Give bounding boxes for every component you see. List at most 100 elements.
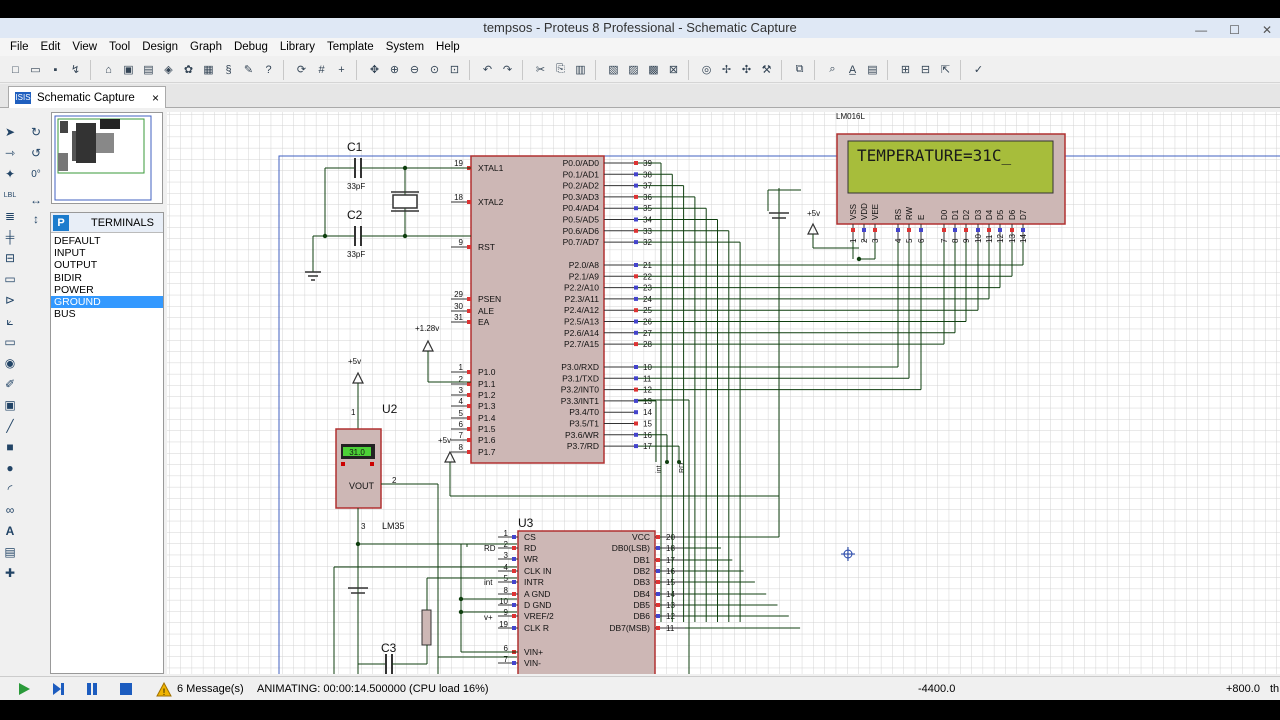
refresh-icon[interactable]: ⟳ (292, 60, 311, 79)
box-icon[interactable]: ■ (2, 439, 18, 455)
overview-window[interactable] (51, 112, 163, 204)
block-delete-icon[interactable]: ⊠ (664, 60, 683, 79)
import-icon[interactable]: ↯ (66, 60, 85, 79)
property-assignment-icon[interactable]: A̲ (843, 60, 862, 79)
grid-toggle-icon[interactable]: # (312, 60, 331, 79)
zoom-all-icon[interactable]: ⊙ (425, 60, 444, 79)
tab-close-icon[interactable]: × (152, 91, 159, 105)
mirror-horizontal-icon[interactable]: ↔ (28, 192, 44, 208)
menu-file[interactable]: File (4, 41, 35, 53)
terminals-mode-icon[interactable]: ▭ (2, 271, 18, 287)
symbol-icon[interactable]: ▤ (2, 544, 18, 560)
design-explorer-icon[interactable]: ▤ (863, 60, 882, 79)
menu-library[interactable]: Library (274, 41, 321, 53)
pan-icon[interactable]: ✥ (365, 60, 384, 79)
electrical-rule-check-icon[interactable]: ✓ (969, 60, 988, 79)
tape-recorder-icon[interactable]: ▭ (2, 334, 18, 350)
junction-dot-icon[interactable]: ✦ (2, 166, 18, 182)
copy-icon[interactable]: ⎘ (551, 60, 570, 79)
menu-system[interactable]: System (380, 41, 430, 53)
package-tool-icon[interactable]: ✣ (737, 60, 756, 79)
probe-icon[interactable]: ✐ (2, 376, 18, 392)
component-mode-icon[interactable]: ⇾ (2, 145, 18, 161)
decompose-icon[interactable]: ⚒ (757, 60, 776, 79)
terminal-default[interactable]: DEFAULT (51, 235, 163, 247)
paste-icon[interactable]: ▥ (571, 60, 590, 79)
wire-label-icon[interactable]: LBL (2, 187, 18, 203)
menu-help[interactable]: Help (430, 41, 466, 53)
circle-icon[interactable]: ● (2, 460, 18, 476)
save-icon[interactable]: ▪ (46, 60, 65, 79)
selection-mode-icon[interactable]: ➤ (2, 124, 18, 140)
u2-down-button[interactable] (341, 462, 345, 466)
u2-readout[interactable]: 31.0 (349, 448, 365, 457)
menu-graph[interactable]: Graph (184, 41, 228, 53)
pcb-layout-icon[interactable]: ▤ (139, 60, 158, 79)
block-rotate-icon[interactable]: ▩ (644, 60, 663, 79)
open-folder-icon[interactable]: ▭ (26, 60, 45, 79)
cut-icon[interactable]: ✂ (531, 60, 550, 79)
line-icon[interactable]: ╱ (2, 418, 18, 434)
menu-edit[interactable]: Edit (35, 41, 67, 53)
tab-schematic-capture[interactable]: ISIS Schematic Capture × (8, 86, 166, 108)
menu-template[interactable]: Template (321, 41, 380, 53)
buses-icon[interactable]: ╪ (2, 229, 18, 245)
menu-debug[interactable]: Debug (228, 41, 274, 53)
rotate-anticlockwise-icon[interactable]: ↺ (28, 145, 44, 161)
3d-view-icon[interactable]: ◈ (159, 60, 178, 79)
terminal-power[interactable]: POWER (51, 284, 163, 296)
device-pins-icon[interactable]: ⊳ (2, 292, 18, 308)
source-code-icon[interactable]: § (219, 60, 238, 79)
path-icon[interactable]: ∞ (2, 502, 18, 518)
block-copy-icon[interactable]: ▧ (604, 60, 623, 79)
schematic-icon[interactable]: ▣ (119, 60, 138, 79)
graph-mode-icon[interactable]: ⟀ (2, 313, 18, 329)
subcircuit-icon[interactable]: ⊟ (2, 250, 18, 266)
gerber-icon[interactable]: ✿ (179, 60, 198, 79)
schematic-canvas[interactable]: LM016L TEMPERATURE=31C_ VSS 1 VDD 2 VEE 3 RS 4 R… (167, 112, 1280, 674)
minimize-button[interactable]: — (1195, 20, 1207, 40)
search-icon[interactable]: ⌕ (823, 60, 842, 79)
rotate-clockwise-icon[interactable]: ↻ (28, 124, 44, 140)
terminal-ground[interactable]: GROUND (51, 295, 163, 309)
maximize-button[interactable]: ☐ (1229, 20, 1240, 40)
menu-design[interactable]: Design (136, 41, 184, 53)
arc-icon[interactable]: ◜ (2, 481, 18, 497)
text-icon[interactable]: A (2, 523, 18, 539)
home-icon[interactable]: ⌂ (99, 60, 118, 79)
origin-icon[interactable]: + (332, 60, 351, 79)
mirror-vertical-icon[interactable]: ↕ (28, 211, 44, 227)
remove-sheet-icon[interactable]: ⊟ (916, 60, 935, 79)
new-file-icon[interactable]: □ (6, 60, 25, 79)
marker-icon[interactable]: ✚ (2, 565, 18, 581)
rotation-angle[interactable]: 0° (26, 166, 46, 182)
stop-button[interactable] (118, 681, 134, 697)
pause-button[interactable] (84, 681, 100, 697)
u2-up-button[interactable] (370, 462, 374, 466)
make-device-icon[interactable]: ✢ (717, 60, 736, 79)
messages-count[interactable]: 6 Message(s) (177, 683, 244, 695)
exit-to-parent-icon[interactable]: ⇱ (936, 60, 955, 79)
terminal-bus[interactable]: BUS (51, 308, 163, 320)
help-icon[interactable]: ? (259, 60, 278, 79)
notes-icon[interactable]: ✎ (239, 60, 258, 79)
menu-view[interactable]: View (66, 41, 103, 53)
bom-icon[interactable]: ▦ (199, 60, 218, 79)
generator-icon[interactable]: ◉ (2, 355, 18, 371)
text-script-icon[interactable]: ≣ (2, 208, 18, 224)
undo-icon[interactable]: ↶ (478, 60, 497, 79)
zoom-in-icon[interactable]: ⊕ (385, 60, 404, 79)
menu-tool[interactable]: Tool (103, 41, 136, 53)
play-button[interactable] (16, 681, 32, 697)
pick-devices-button[interactable]: P (53, 214, 69, 231)
zoom-area-icon[interactable]: ⊡ (445, 60, 464, 79)
step-button[interactable] (50, 681, 66, 697)
close-button[interactable]: ✕ (1262, 20, 1272, 40)
terminal-bidir[interactable]: BIDIR (51, 272, 163, 284)
redo-icon[interactable]: ↷ (498, 60, 517, 79)
wire-autorouter-icon[interactable]: ⧉ (790, 60, 809, 79)
block-move-icon[interactable]: ▨ (624, 60, 643, 79)
terminal-output[interactable]: OUTPUT (51, 259, 163, 271)
terminal-input[interactable]: INPUT (51, 247, 163, 259)
pick-device-icon[interactable]: ◎ (697, 60, 716, 79)
